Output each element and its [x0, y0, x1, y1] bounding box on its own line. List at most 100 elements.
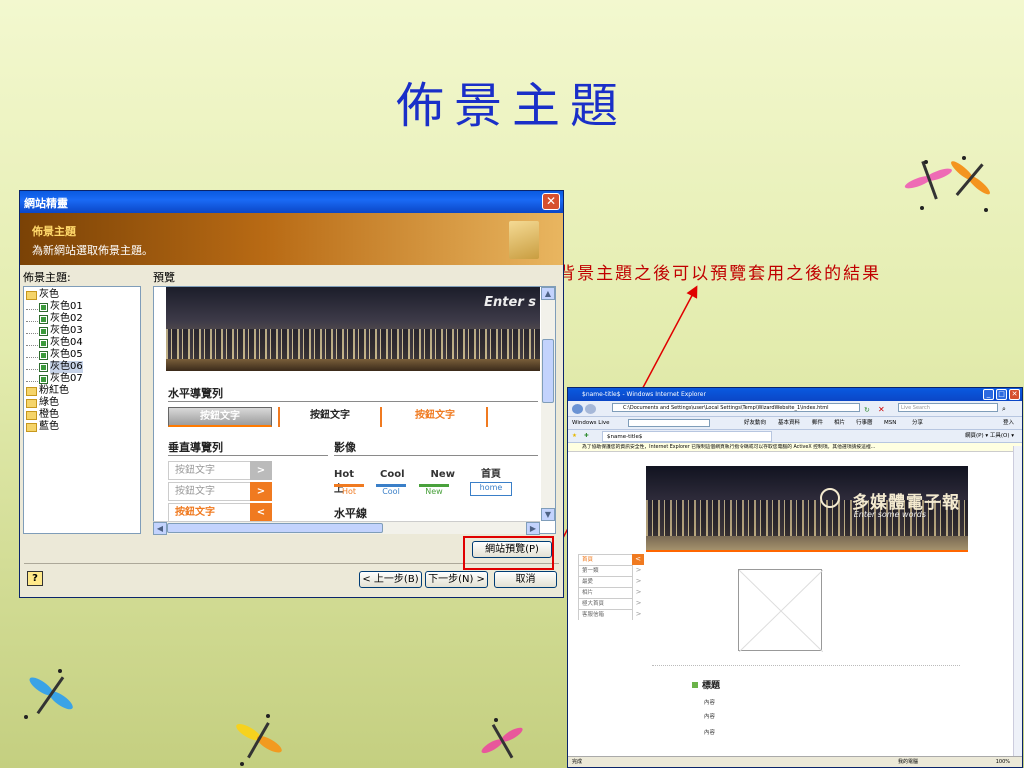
- folder-icon: [26, 410, 37, 420]
- refresh-icon[interactable]: ↻: [864, 404, 870, 416]
- search-icon[interactable]: ⌕: [1002, 403, 1006, 416]
- links-bar-item[interactable]: MSN: [884, 417, 896, 429]
- links-bar-item[interactable]: 相片: [834, 417, 845, 429]
- highlight-rectangle: [463, 536, 554, 570]
- new-icon: New: [419, 484, 449, 498]
- preview-hscrollbar[interactable]: ◀ ▶: [153, 521, 540, 535]
- forward-icon[interactable]: [585, 404, 596, 414]
- theme-icon: [39, 326, 48, 336]
- preview-hbutton-2: 按鈕文字: [278, 407, 382, 427]
- next-button[interactable]: 下一步(N) >: [425, 571, 488, 588]
- site-nav-label: 客服信箱: [582, 612, 605, 618]
- tree-item[interactable]: 灰色02: [26, 313, 140, 325]
- chevron-right-icon: >: [632, 598, 644, 609]
- scroll-left-icon[interactable]: ◀: [153, 522, 167, 535]
- links-bar-item[interactable]: 好友動向: [744, 417, 766, 429]
- tree-item[interactable]: 灰色07: [26, 373, 140, 385]
- scroll-right-icon[interactable]: ▶: [526, 522, 540, 535]
- site-nav: 首頁 < 第一類 > 最愛 > 相片 > 極大首頁 > 客服信箱 >: [578, 554, 644, 620]
- tree-item[interactable]: 灰色04: [26, 337, 140, 349]
- links-bar-item[interactable]: 郵件: [812, 417, 823, 429]
- chevron-right-icon: >: [632, 565, 644, 576]
- image-label: Cool: [380, 469, 405, 480]
- live-search-input[interactable]: [628, 419, 710, 427]
- tree-item-label: 粉紅色: [39, 385, 69, 396]
- sign-in-link[interactable]: 登入: [1003, 417, 1014, 429]
- theme-preview: Enter s 水平導覽列 按鈕文字 按鈕文字 按鈕文字 垂直導覽列 影像 按鈕…: [153, 286, 556, 534]
- tree-item[interactable]: 灰色06: [26, 361, 140, 373]
- theme-tree[interactable]: 灰色 灰色01 灰色02 灰色03 灰色04 灰色05 灰色06 灰色07 粉紅色 綠色 橙色 藍色: [23, 286, 141, 534]
- folder-icon: [26, 422, 37, 432]
- windows-live-label[interactable]: Windows Live: [572, 417, 610, 429]
- theme-icon: [39, 350, 48, 360]
- preview-label: 預覽: [153, 271, 175, 284]
- tree-item[interactable]: 灰色: [26, 289, 140, 301]
- tree-item-label: 灰色03: [50, 325, 83, 336]
- preview-vscrollbar[interactable]: ▲ ▼: [541, 287, 555, 521]
- tree-item[interactable]: 藍色: [26, 421, 140, 433]
- preview-hbutton-1: 按鈕文字: [168, 407, 272, 427]
- ie-tab-bar: ★ ✚ $name-title$ 網頁(P) ▾ 工具(O) ▾: [568, 430, 1022, 443]
- help-icon[interactable]: ?: [27, 571, 43, 586]
- tree-item[interactable]: 橙色: [26, 409, 140, 421]
- scroll-thumb[interactable]: [167, 523, 383, 533]
- site-nav-item[interactable]: 第一類 >: [578, 565, 644, 576]
- image-title: 影像: [334, 441, 356, 454]
- tree-item[interactable]: 灰色03: [26, 325, 140, 337]
- wizard-header: 佈景主題 為新網站選取佈景主題。: [20, 213, 563, 265]
- close-icon[interactable]: ✕: [1009, 389, 1020, 400]
- folder-icon: [26, 386, 37, 396]
- maximize-icon[interactable]: □: [996, 389, 1007, 400]
- hot-icon: Hot: [334, 484, 364, 498]
- site-nav-item[interactable]: 最愛 >: [578, 576, 644, 587]
- ie-links-bar: Windows Live 登入 好友動向 基本資料 郵件 相片 行事曆 MSN 分享: [568, 417, 1022, 430]
- links-bar-item[interactable]: 行事曆: [856, 417, 873, 429]
- dragonfly-icon: [236, 714, 282, 766]
- close-icon[interactable]: ✕: [542, 193, 560, 210]
- ie-info-bar[interactable]: 為了協助保護您的資訊安全性，Internet Explorer 已限制這個網頁執…: [568, 443, 1022, 452]
- add-favorite-icon[interactable]: ✚: [584, 430, 589, 442]
- theme-icon: [39, 338, 48, 348]
- site-nav-item[interactable]: 首頁 <: [578, 554, 644, 565]
- site-nav-item[interactable]: 極大首頁 >: [578, 598, 644, 609]
- theme-label: 佈景主題:: [23, 271, 71, 284]
- tree-item-label: 灰色04: [50, 337, 83, 348]
- tree-item[interactable]: 綠色: [26, 397, 140, 409]
- status-text: 完成: [572, 759, 583, 765]
- back-button[interactable]: < 上一步(B): [359, 571, 422, 588]
- scroll-up-icon[interactable]: ▲: [541, 287, 555, 300]
- tree-item[interactable]: 灰色01: [26, 301, 140, 313]
- site-brand-sub: Enter some words: [853, 510, 926, 519]
- tools-menu[interactable]: 網頁(P) ▾ 工具(O) ▾: [965, 430, 1014, 442]
- scroll-down-icon[interactable]: ▼: [541, 508, 555, 521]
- address-input[interactable]: C:\Documents and Settings\user\Local Set…: [612, 403, 860, 412]
- status-zoom[interactable]: 100%: [996, 757, 1010, 767]
- chevron-right-icon: >: [632, 576, 644, 587]
- theme-icon: [39, 302, 48, 312]
- cancel-button[interactable]: 取消: [494, 571, 557, 588]
- ie-titlebar[interactable]: $name-title$ - Windows Internet Explorer…: [568, 388, 1022, 401]
- tree-item-label: 灰色06: [50, 361, 83, 373]
- preview-vbutton-3: 按鈕文字 <: [168, 503, 272, 522]
- wizard-titlebar[interactable]: 網站精靈 ✕: [20, 191, 563, 213]
- scroll-thumb[interactable]: [542, 339, 554, 403]
- favorites-star-icon[interactable]: ★: [572, 430, 577, 442]
- wizard-header-icon: [509, 221, 539, 259]
- site-nav-item[interactable]: 客服信箱 >: [578, 609, 644, 620]
- stop-icon[interactable]: ✕: [878, 403, 885, 416]
- back-icon[interactable]: [572, 404, 583, 414]
- site-nav-label: 相片: [582, 590, 594, 596]
- tab-current[interactable]: $name-title$: [602, 431, 772, 442]
- horizontal-nav-title: 水平導覽列: [168, 387, 223, 400]
- ie-vscrollbar[interactable]: [1013, 446, 1022, 757]
- links-bar-item[interactable]: 基本資料: [778, 417, 800, 429]
- tree-item[interactable]: 灰色05: [26, 349, 140, 361]
- image-placeholder: [738, 569, 824, 653]
- tree-item[interactable]: 粉紅色: [26, 385, 140, 397]
- minimize-icon[interactable]: _: [983, 389, 994, 400]
- links-bar-item[interactable]: 分享: [912, 417, 923, 429]
- folder-icon: [26, 290, 37, 300]
- site-nav-item[interactable]: 相片 >: [578, 587, 644, 598]
- search-input[interactable]: Live Search: [898, 403, 998, 412]
- preview-banner-text: Enter s: [484, 295, 536, 310]
